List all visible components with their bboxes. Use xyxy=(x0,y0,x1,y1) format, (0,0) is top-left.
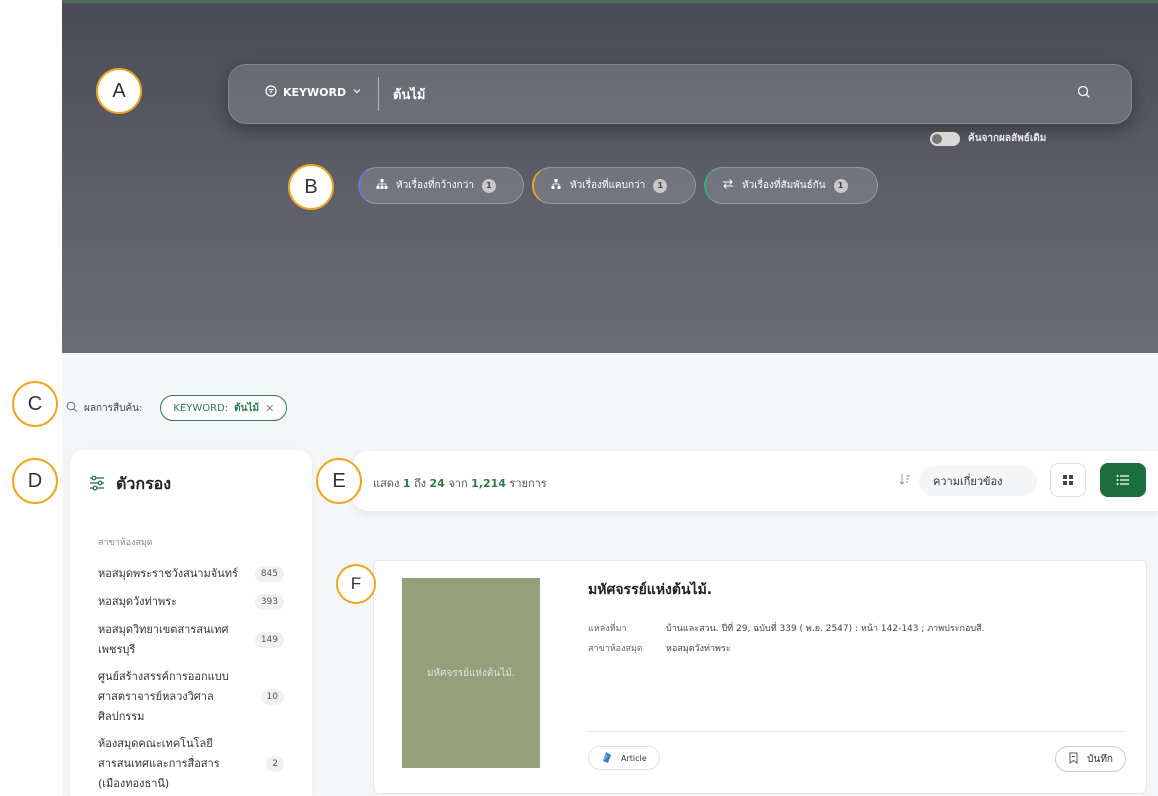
grid-icon xyxy=(1062,471,1074,490)
filter-item-label: หอสมุดพระราชวังสนามจันทร์ xyxy=(98,567,238,580)
filter-item[interactable]: หอสมุดวังท่าพระ 393 xyxy=(98,592,284,612)
related-topics-count: 1 xyxy=(833,178,848,193)
results-count: แสดง 1 ถึง 24 จาก 1,214 รายการ xyxy=(373,474,547,492)
broader-topics-label: หัวเรื่องที่กว้างกว่า xyxy=(396,180,474,191)
search-summary: ผลการสืบค้น: KEYWORD: ต้นไม้ ✕ xyxy=(66,395,288,421)
branch-key: สาขาห้องสมุด xyxy=(588,644,643,654)
annotation-marker-c: C xyxy=(12,381,58,427)
broader-topics-button[interactable]: หัวเรื่องที่กว้างกว่า 1 xyxy=(358,167,524,204)
search-bar: KEYWORD xyxy=(228,64,1132,124)
result-title[interactable]: มหัศจรรย์แห่งต้นไม้. xyxy=(588,579,712,601)
filter-item[interactable]: หอสมุดวิทยาเขตสารสนเทศเพชรบุรี 149 xyxy=(98,620,284,660)
cover-image[interactable]: มหัศจรรย์แห่งต้นไม้. xyxy=(402,578,540,768)
filter-item-label: ห้องสมุดคณะเทคโนโลยีสารสนเทศและการสื่อสา… xyxy=(98,737,220,790)
filter-title: ตัวกรอง xyxy=(88,472,171,497)
range-from: 1 xyxy=(402,477,411,490)
close-icon[interactable]: ✕ xyxy=(265,402,274,415)
hierarchy-icon xyxy=(376,178,388,193)
items-word: รายการ xyxy=(509,477,547,490)
related-topics-button[interactable]: หัวเรื่องที่สัมพันธ์กัน 1 xyxy=(704,167,878,204)
narrower-hierarchy-icon xyxy=(550,178,562,193)
search-within-results[interactable]: ค้นจากผลลัพธ์เดิม xyxy=(930,131,1046,146)
bookmark-icon xyxy=(1068,752,1079,767)
results-toolbar: แสดง 1 ถึง 24 จาก 1,214 รายการ ความเกี่ย… xyxy=(353,451,1158,511)
type-badge: Article xyxy=(588,746,660,770)
save-label: บันทึก xyxy=(1087,753,1113,765)
filter-item-count: 393 xyxy=(254,594,284,610)
search-input[interactable] xyxy=(393,81,1033,107)
filter-panel: ตัวกรอง สาขาห้องสมุด หอสมุดพระราชวังสนาม… xyxy=(70,450,312,796)
chip-prefix: KEYWORD: xyxy=(173,402,229,414)
search-divider xyxy=(378,77,379,111)
filter-title-label: ตัวกรอง xyxy=(116,474,172,493)
search-icon[interactable] xyxy=(1077,84,1095,102)
filter-item[interactable]: ศูนย์สร้างสรรค์การออกแบบศาสตราจารย์หลวงว… xyxy=(98,667,284,727)
result-card[interactable]: มหัศจรรย์แห่งต้นไม้. มหัศจรรย์แห่งต้นไม้… xyxy=(373,560,1147,794)
filter-icon xyxy=(265,85,277,100)
sort-select[interactable]: ความเกี่ยวข้อง xyxy=(919,466,1037,496)
filter-item-count: 10 xyxy=(260,689,284,705)
filter-section-title: สาขาห้องสมุด xyxy=(98,538,153,548)
filter-item-count: 845 xyxy=(254,566,284,582)
annotation-marker-d: D xyxy=(12,458,58,504)
sliders-icon xyxy=(88,474,106,496)
filter-item-count: 2 xyxy=(266,756,284,772)
filter-item-count: 149 xyxy=(254,632,284,648)
save-button[interactable]: บันทึก xyxy=(1055,746,1126,772)
grid-view-button[interactable] xyxy=(1050,463,1086,497)
search-summary-label: ผลการสืบค้น: xyxy=(84,402,143,414)
card-divider xyxy=(588,731,1126,732)
total-count: 1,214 xyxy=(471,477,506,490)
search-type-select[interactable]: KEYWORD xyxy=(265,85,362,100)
filter-item-label: หอสมุดวิทยาเขตสารสนเทศเพชรบุรี xyxy=(98,623,229,656)
chevron-down-icon xyxy=(352,86,362,99)
list-view-button[interactable] xyxy=(1100,463,1146,497)
annotation-marker-b: B xyxy=(288,164,334,210)
annotation-marker-a: A xyxy=(96,68,142,114)
annotation-marker-e: E xyxy=(316,458,362,504)
filter-item[interactable]: หอสมุดพระราชวังสนามจันทร์ 845 xyxy=(98,564,284,584)
source-row: แหล่งที่มา บ้านและสวน. ปีที่ 29, ฉบับที่… xyxy=(588,621,984,635)
range-to: 24 xyxy=(429,477,445,490)
narrower-topics-button[interactable]: หัวเรื่องที่แคบกว่า 1 xyxy=(532,167,696,204)
filter-item[interactable]: ห้องสมุดคณะเทคโนโลยีสารสนเทศและการสื่อสา… xyxy=(98,734,284,794)
source-key: แหล่งที่มา xyxy=(588,624,627,634)
branch-value: หอสมุดวังท่าพระ xyxy=(666,644,731,654)
show-prefix: แสดง xyxy=(373,477,400,490)
chip-value: ต้นไม้ xyxy=(234,402,260,414)
to-word: ถึง xyxy=(413,477,427,490)
annotation-marker-f: F xyxy=(336,564,376,604)
source-value: บ้านและสวน. ปีที่ 29, ฉบับที่ 339 ( พ.ย.… xyxy=(666,624,985,634)
article-icon xyxy=(601,751,613,765)
branch-row: สาขาห้องสมุด หอสมุดวังท่าพระ xyxy=(588,641,731,655)
sort-icon xyxy=(899,473,911,488)
active-search-chip[interactable]: KEYWORD: ต้นไม้ ✕ xyxy=(160,395,288,421)
filter-item-label: หอสมุดวังท่าพระ xyxy=(98,595,178,608)
narrower-topics-label: หัวเรื่องที่แคบกว่า xyxy=(570,180,646,191)
search-type-label: KEYWORD xyxy=(283,86,347,99)
related-topics-label: หัวเรื่องที่สัมพันธ์กัน xyxy=(742,180,826,191)
broader-topics-count: 1 xyxy=(481,178,496,193)
search-within-toggle[interactable] xyxy=(930,131,960,146)
of-word: จาก xyxy=(448,477,468,490)
search-within-label: ค้นจากผลลัพธ์เดิม xyxy=(968,133,1047,144)
filter-item-label: ศูนย์สร้างสรรค์การออกแบบศาสตราจารย์หลวงว… xyxy=(98,670,229,723)
list-icon xyxy=(1116,471,1130,490)
swap-arrows-icon xyxy=(722,178,734,193)
type-label: Article xyxy=(621,753,647,763)
search-summary-icon xyxy=(66,401,78,416)
narrower-topics-count: 1 xyxy=(653,178,668,193)
